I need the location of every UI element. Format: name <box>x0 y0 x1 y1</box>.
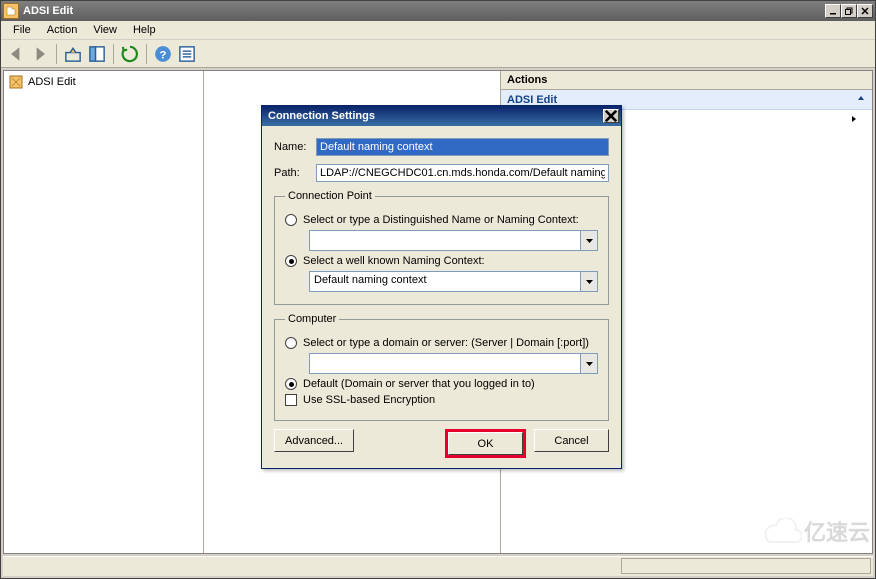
comp-radio-default[interactable]: Default (Domain or server that you logge… <box>285 378 598 390</box>
ssl-checkbox[interactable]: Use SSL-based Encryption <box>285 394 598 406</box>
connection-settings-dialog: Connection Settings Name: Path: Connecti… <box>261 105 622 469</box>
app-title: ADSI Edit <box>23 5 825 17</box>
comp-radio-type[interactable]: Select or type a domain or server: (Serv… <box>285 337 598 349</box>
ok-button-highlight: OK <box>445 429 526 458</box>
cancel-button[interactable]: Cancel <box>534 429 609 452</box>
menu-file[interactable]: File <box>5 22 39 38</box>
dialog-close-button[interactable] <box>603 109 619 123</box>
app-titlebar: ADSI Edit <box>1 1 875 21</box>
comp-server-combo-text <box>310 354 580 373</box>
advanced-button[interactable]: Advanced... <box>274 429 354 452</box>
radio-icon <box>285 214 297 226</box>
collapse-icon <box>856 93 866 106</box>
cp-radio-dn-label: Select or type a Distinguished Name or N… <box>303 214 579 226</box>
radio-icon <box>285 255 297 267</box>
close-button[interactable] <box>857 4 873 18</box>
show-hide-tree-button[interactable] <box>86 43 108 65</box>
restore-button[interactable] <box>841 4 857 18</box>
svg-text:?: ? <box>160 49 167 61</box>
radio-icon <box>285 337 297 349</box>
app-icon <box>3 3 19 19</box>
chevron-down-icon <box>580 354 597 373</box>
properties-button[interactable] <box>176 43 198 65</box>
dialog-titlebar: Connection Settings <box>262 106 621 126</box>
computer-legend: Computer <box>285 313 339 325</box>
connection-point-legend: Connection Point <box>285 190 375 202</box>
connection-point-group: Connection Point Select or type a Distin… <box>274 190 609 305</box>
comp-radio-default-label: Default (Domain or server that you logge… <box>303 378 535 390</box>
menu-view[interactable]: View <box>85 22 125 38</box>
cp-wellknown-combo-text: Default naming context <box>310 272 580 291</box>
forward-button <box>29 43 51 65</box>
adsi-edit-icon <box>8 74 24 90</box>
path-label: Path: <box>274 167 316 179</box>
name-input[interactable] <box>316 138 609 156</box>
chevron-right-icon <box>850 114 858 126</box>
chevron-down-icon <box>580 231 597 250</box>
ssl-checkbox-label: Use SSL-based Encryption <box>303 394 435 406</box>
back-button <box>5 43 27 65</box>
up-level-button[interactable] <box>62 43 84 65</box>
cp-radio-wellknown-label: Select a well known Naming Context: <box>303 255 485 267</box>
radio-icon <box>285 378 297 390</box>
dialog-title: Connection Settings <box>268 110 603 122</box>
actions-group-label: ADSI Edit <box>507 94 557 106</box>
minimize-button[interactable] <box>825 4 841 18</box>
statusbar <box>3 556 873 576</box>
computer-group: Computer Select or type a domain or serv… <box>274 313 609 421</box>
checkbox-icon <box>285 394 297 406</box>
name-label: Name: <box>274 141 316 153</box>
menu-action[interactable]: Action <box>39 22 86 38</box>
toolbar: ? <box>1 40 875 68</box>
cp-wellknown-combo[interactable]: Default naming context <box>309 271 598 292</box>
path-input[interactable] <box>316 164 609 182</box>
cp-dn-combo-text <box>310 231 580 250</box>
status-cell <box>621 558 871 574</box>
comp-radio-type-label: Select or type a domain or server: (Serv… <box>303 337 589 349</box>
menubar: File Action View Help <box>1 21 875 40</box>
refresh-button[interactable] <box>119 43 141 65</box>
help-button[interactable]: ? <box>152 43 174 65</box>
chevron-down-icon <box>580 272 597 291</box>
cp-radio-wellknown[interactable]: Select a well known Naming Context: <box>285 255 598 267</box>
comp-server-combo[interactable] <box>309 353 598 374</box>
cp-dn-combo[interactable] <box>309 230 598 251</box>
tree-pane[interactable]: ADSI Edit <box>4 71 204 553</box>
tree-root-label: ADSI Edit <box>28 76 76 88</box>
ok-button[interactable]: OK <box>448 432 523 455</box>
menu-help[interactable]: Help <box>125 22 164 38</box>
tree-root-item[interactable]: ADSI Edit <box>6 73 201 91</box>
cp-radio-dn[interactable]: Select or type a Distinguished Name or N… <box>285 214 598 226</box>
actions-header: Actions <box>501 71 872 90</box>
